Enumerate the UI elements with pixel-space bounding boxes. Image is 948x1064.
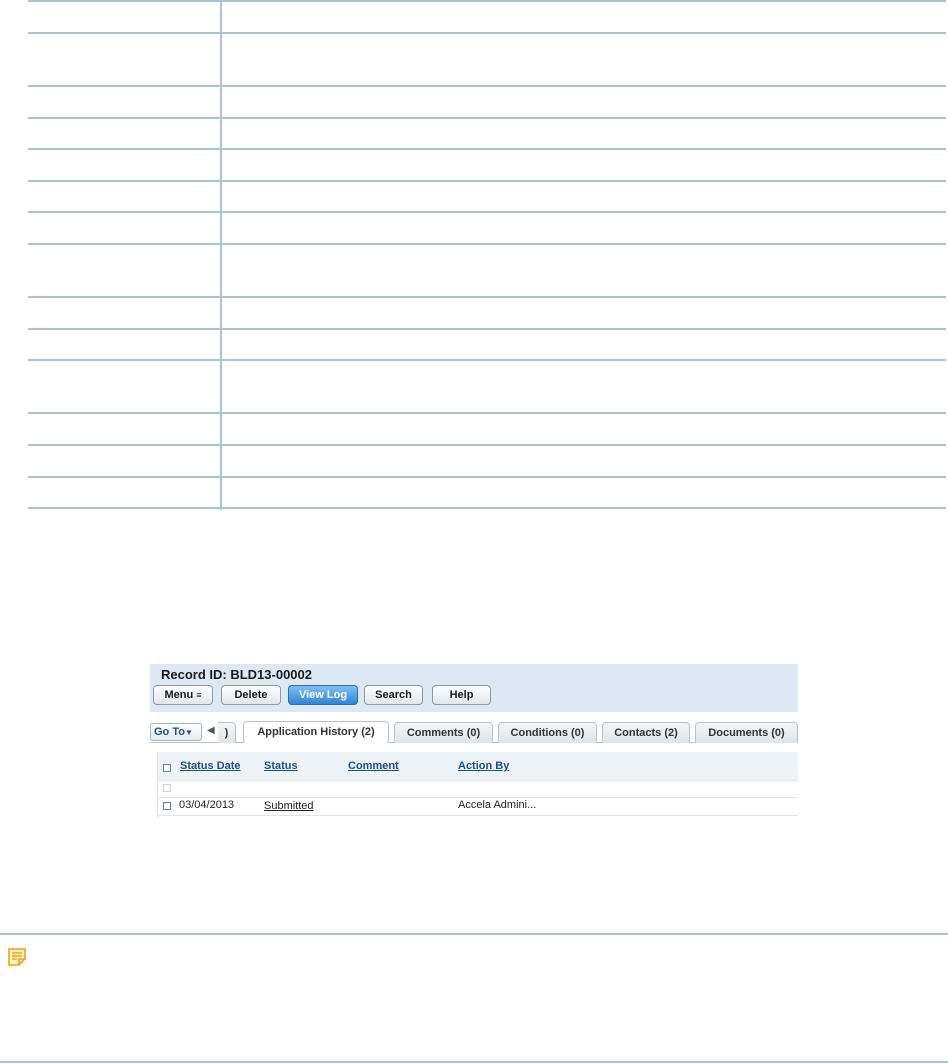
cell-status-link[interactable]: Submitted: [264, 800, 314, 812]
chevron-down-icon: ▼: [184, 728, 193, 737]
go-to-dropdown[interactable]: Go To▼: [150, 723, 202, 741]
tab-application-history[interactable]: Application History (2): [243, 721, 389, 743]
table-rule: [28, 359, 946, 361]
row-divider: [157, 815, 798, 816]
table-rule: [28, 0, 946, 2]
note-bottom-border: [0, 1061, 948, 1063]
help-button[interactable]: Help: [432, 685, 491, 705]
grid-border: [157, 752, 158, 818]
column-header-comment[interactable]: Comment: [348, 760, 399, 772]
tab-label: Documents (0): [708, 727, 785, 739]
tab-bar: Go To▼ ◀ ) Application History (2) Comme…: [150, 721, 798, 743]
note-top-border: [0, 933, 948, 935]
table-rule: [28, 32, 946, 34]
table-rule: [28, 180, 946, 182]
menu-lines-icon: ≡: [196, 690, 202, 700]
tab-label: Conditions (0): [510, 727, 585, 739]
table-rule: [28, 328, 946, 330]
column-header-status[interactable]: Status: [264, 760, 298, 772]
tab-label: Application History (2): [257, 726, 375, 738]
select-all-checkbox[interactable]: [163, 764, 171, 772]
record-id-title: Record ID: BLD13-00002: [161, 667, 312, 682]
row-divider: [157, 797, 798, 798]
table-rule: [28, 211, 946, 213]
column-divider: [220, 0, 222, 510]
cell-status-date: 03/04/2013: [179, 799, 235, 811]
column-header-status-date[interactable]: Status Date: [180, 760, 241, 772]
tab-contacts[interactable]: Contacts (2): [602, 722, 690, 743]
record-toolbar: Record ID: BLD13-00002 Menu ≡ Delete View…: [150, 664, 798, 712]
ruled-table: [28, 0, 946, 512]
go-to-label: Go To: [154, 726, 185, 738]
column-header-action-by[interactable]: Action By: [458, 760, 509, 772]
menu-button[interactable]: Menu ≡: [153, 685, 213, 705]
table-rule: [28, 444, 946, 446]
application-screenshot: Record ID: BLD13-00002 Menu ≡ Delete View…: [150, 664, 798, 820]
table-rule: [28, 476, 946, 478]
view-log-button[interactable]: View Log: [288, 685, 358, 705]
table-rule: [28, 296, 946, 298]
tab-clipped[interactable]: ): [218, 722, 236, 743]
search-button[interactable]: Search: [364, 685, 423, 705]
table-rule: [28, 507, 946, 509]
row-checkbox[interactable]: [163, 784, 171, 792]
note-box: [0, 933, 948, 1064]
note-icon: [8, 948, 26, 966]
scroll-left-arrow-icon[interactable]: ◀: [207, 725, 215, 736]
tab-label: Comments (0): [406, 727, 481, 739]
table-rule: [28, 243, 946, 245]
tab-clipped-label: ): [224, 727, 229, 739]
row-checkbox[interactable]: [163, 802, 171, 810]
table-rule: [28, 412, 946, 414]
table-rule: [28, 148, 946, 150]
row-divider: [157, 780, 798, 781]
cell-action-by: Accela Admini...: [458, 799, 537, 811]
tab-comments[interactable]: Comments (0): [394, 722, 493, 743]
tab-label: Contacts (2): [614, 727, 678, 739]
table-rule: [28, 85, 946, 87]
application-history-grid: Status Date Status Comment Action By 03/…: [157, 752, 798, 818]
menu-button-label: Menu: [164, 689, 194, 701]
delete-button[interactable]: Delete: [221, 685, 281, 705]
tab-documents[interactable]: Documents (0): [695, 722, 798, 743]
tab-conditions[interactable]: Conditions (0): [498, 722, 597, 743]
table-rule: [28, 117, 946, 119]
